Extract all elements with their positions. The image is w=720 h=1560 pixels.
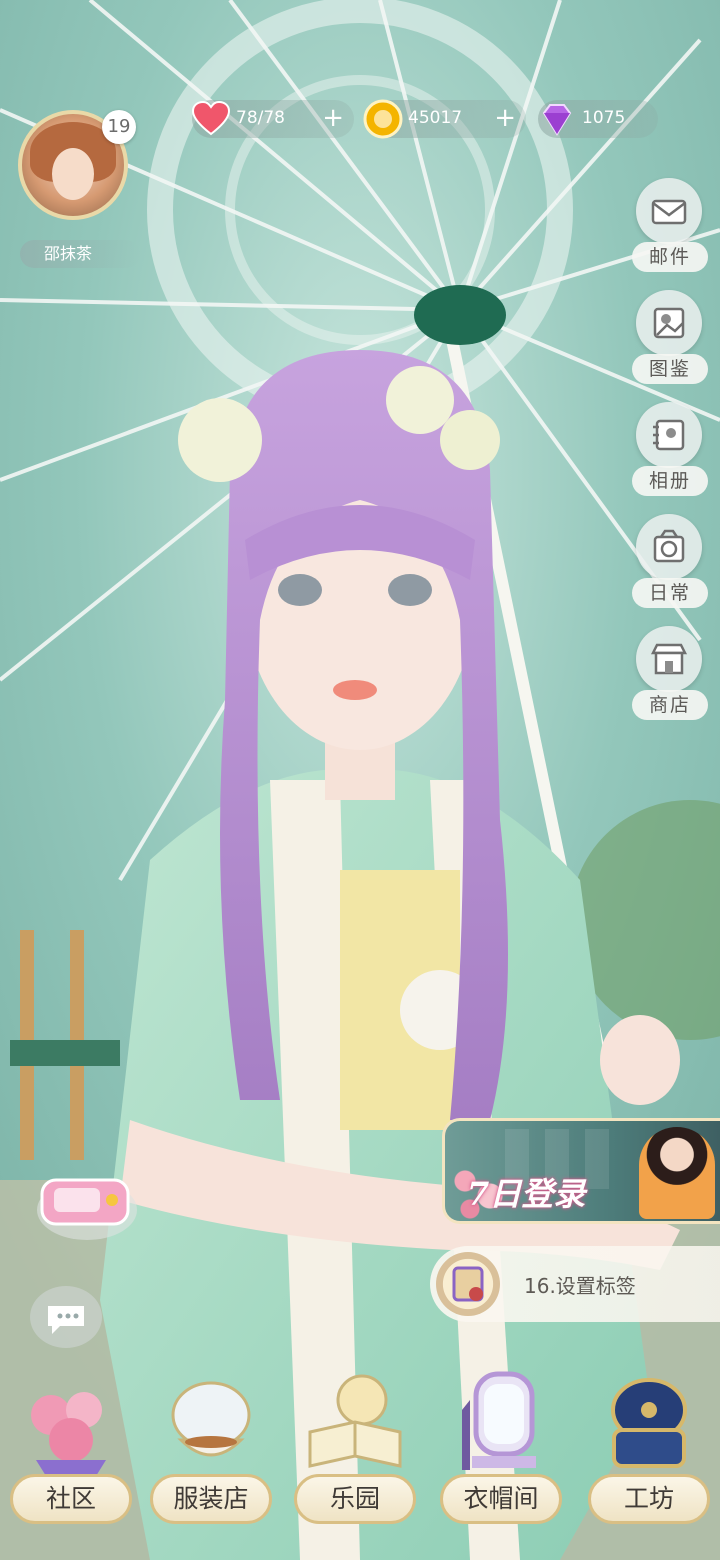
diamond-icon <box>542 104 572 136</box>
nav-clothing-store-label: 服装店 <box>150 1474 272 1524</box>
stamina-counter: 78/78 + <box>191 100 354 138</box>
nav-community[interactable]: 社区 <box>6 1370 136 1550</box>
mail-label: 邮件 <box>632 242 708 272</box>
catalog-label: 图鉴 <box>632 354 708 384</box>
shop-button[interactable]: 商店 <box>632 626 708 720</box>
chat-icon <box>48 1306 84 1334</box>
nav-community-label: 社区 <box>10 1474 132 1524</box>
shop-label: 商店 <box>632 690 708 720</box>
daily-icon-bg <box>636 514 702 580</box>
album-icon-bg <box>636 402 702 468</box>
banner-title: 7日登录 <box>467 1175 586 1213</box>
chat-button[interactable] <box>30 1286 102 1348</box>
nav-clothing-store[interactable]: 服装店 <box>146 1370 276 1550</box>
seven-day-login-banner[interactable]: 7日登录 <box>442 1118 720 1224</box>
coin-icon <box>363 99 403 139</box>
teacup-icon <box>171 1381 251 1457</box>
quest-text: 16.设置标签 <box>524 1274 636 1298</box>
daily-button[interactable]: 日常 <box>632 514 708 608</box>
add-coins-button[interactable]: + <box>494 103 516 133</box>
mirror-icon <box>462 1371 536 1470</box>
nav-park-label: 乐园 <box>294 1474 416 1524</box>
flip-phone-icon[interactable] <box>32 1166 142 1244</box>
catalog-icon <box>653 307 685 339</box>
nav-workshop-label: 工坊 <box>588 1474 710 1524</box>
gem-value: 1075 <box>582 108 626 128</box>
nav-park[interactable]: 乐园 <box>290 1370 420 1550</box>
mail-icon <box>651 199 687 225</box>
album-button[interactable]: 相册 <box>632 402 708 496</box>
mail-button[interactable]: 邮件 <box>632 178 708 272</box>
album-label: 相册 <box>632 466 708 496</box>
scroll-icon <box>436 1252 500 1316</box>
shop-icon <box>650 643 688 675</box>
player-level-badge: 19 <box>102 110 136 144</box>
stamina-value: 78/78 <box>236 108 285 128</box>
quest-tracker[interactable]: 16.设置标签 <box>430 1246 720 1322</box>
nav-wardrobe-label: 衣帽间 <box>440 1474 562 1524</box>
nav-wardrobe[interactable]: 衣帽间 <box>436 1370 566 1550</box>
coin-value: 45017 <box>408 108 463 128</box>
player-name: 邵抹茶 <box>20 240 140 268</box>
mail-icon-bg <box>636 178 702 244</box>
community-flowers-icon <box>31 1392 106 1476</box>
gem-counter: 1075 <box>538 100 658 138</box>
album-icon <box>653 419 685 451</box>
nav-workshop[interactable]: 工坊 <box>584 1370 714 1550</box>
jewelry-box-icon <box>611 1378 687 1468</box>
shop-icon-bg <box>636 626 702 692</box>
game-scene-background <box>0 0 720 1560</box>
storybook-icon <box>308 1374 402 1468</box>
catalog-icon-bg <box>636 290 702 356</box>
catalog-button[interactable]: 图鉴 <box>632 290 708 384</box>
daily-label: 日常 <box>632 578 708 608</box>
heart-icon <box>191 100 231 136</box>
add-stamina-button[interactable]: + <box>322 103 344 133</box>
coin-counter: 45017 + <box>363 99 526 139</box>
banner-character <box>639 1127 715 1219</box>
daily-tasks-icon <box>653 529 685 563</box>
avatar-face <box>52 148 94 200</box>
